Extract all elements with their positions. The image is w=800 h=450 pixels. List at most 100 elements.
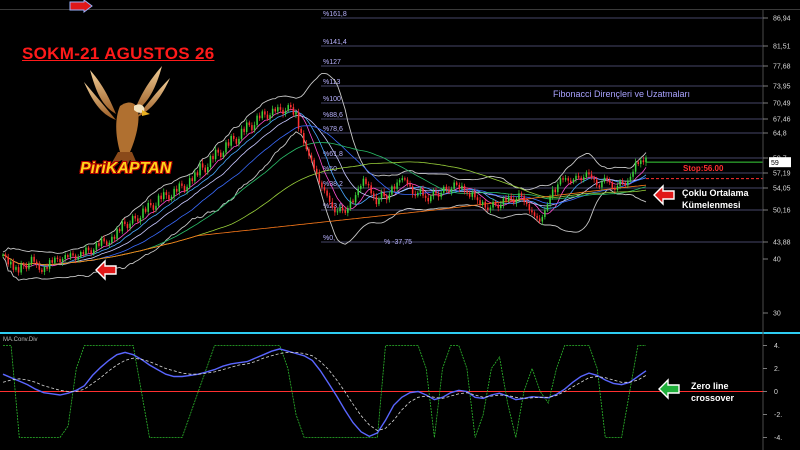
candle-body	[108, 242, 111, 245]
candle-body	[302, 133, 305, 144]
candle-body	[20, 264, 22, 273]
candle-body	[533, 212, 536, 216]
candle-body	[619, 181, 621, 186]
candle-body	[300, 128, 302, 133]
candle-body	[258, 115, 261, 119]
candle-body	[124, 221, 126, 225]
candle-body	[435, 191, 437, 194]
candle-body	[430, 196, 432, 202]
candle-body	[606, 177, 608, 181]
candle-body	[577, 175, 580, 178]
candle-body	[492, 201, 494, 208]
candle-body	[204, 167, 207, 173]
candle-body	[385, 196, 388, 200]
candle-body	[22, 264, 25, 266]
candle-body	[326, 190, 328, 196]
candle-body	[572, 179, 575, 183]
left-arrow-icon	[95, 259, 117, 281]
candle-body	[157, 195, 160, 206]
candle-body	[463, 185, 466, 191]
annotation-ma-line1: Çoklu Ortalama	[682, 188, 749, 198]
fib-label: %113	[323, 79, 340, 86]
candle-body	[17, 267, 20, 273]
fibonacci-title: Fibonacci Dirençleri ve Uzatmaları	[553, 89, 691, 99]
candle-body	[471, 192, 474, 197]
candle-body	[500, 204, 502, 209]
candle-body	[313, 159, 315, 169]
y-tick-label: 86,94	[773, 16, 791, 23]
candle-body	[282, 109, 284, 115]
candle-body	[220, 152, 222, 158]
candle-body	[450, 188, 453, 192]
candle-body	[396, 182, 398, 189]
y-tick-label: 54,05	[773, 186, 791, 193]
candle-body	[567, 178, 569, 181]
candle-body	[38, 264, 41, 270]
candle-body	[201, 163, 204, 168]
candle-body	[95, 243, 98, 250]
fib-label: %141,4	[323, 39, 347, 46]
candle-body	[598, 185, 601, 188]
candle-body	[611, 182, 614, 188]
candle-body	[391, 186, 393, 195]
candle-body	[33, 256, 35, 262]
candle-body	[217, 149, 219, 153]
candle-body	[367, 183, 370, 186]
candle-body	[15, 267, 17, 270]
candle-body	[290, 105, 292, 108]
candle-body	[238, 138, 240, 144]
candle-body	[175, 188, 178, 192]
candle-body	[196, 172, 199, 176]
candle-body	[629, 176, 632, 181]
candle-body	[427, 197, 429, 202]
top-arrow-shape	[69, 0, 93, 13]
candle-body	[183, 185, 186, 192]
candle-body	[479, 200, 481, 205]
candle-body	[580, 177, 582, 181]
candle-body	[528, 204, 531, 211]
candle-body	[4, 254, 7, 257]
candle-body	[557, 184, 559, 193]
macd-line	[2, 348, 647, 438]
fib-label: %88,6	[323, 112, 343, 119]
candle-body	[601, 181, 603, 188]
candle-body	[64, 255, 67, 259]
candle-body	[634, 162, 637, 172]
green-arrow-shape	[658, 378, 680, 400]
candle-body	[253, 125, 256, 131]
candle-body	[310, 155, 313, 160]
candle-body	[645, 157, 647, 163]
candle-body	[321, 182, 323, 188]
candle-body	[334, 206, 336, 213]
y-tick-label: 64,8	[773, 131, 787, 138]
candle-body	[256, 115, 258, 126]
candle-body	[41, 269, 43, 272]
candle-body	[225, 142, 227, 153]
y-tick-label: 73,95	[773, 84, 791, 91]
candle-body	[331, 201, 334, 207]
candle-body	[455, 182, 458, 185]
candle-body	[614, 187, 616, 190]
candle-body	[621, 181, 624, 183]
candle-body	[230, 135, 232, 146]
y-tick-label: 40	[773, 257, 781, 264]
left-arrow-icon	[653, 184, 675, 206]
candle-body	[209, 156, 212, 167]
candle-body	[59, 259, 61, 263]
candle-body	[365, 178, 367, 184]
candle-body	[585, 172, 588, 178]
candle-body	[7, 256, 9, 265]
candle-body	[165, 192, 168, 196]
candle-body	[308, 149, 310, 156]
candle-body	[72, 253, 74, 256]
candle-body	[512, 199, 515, 203]
candle-body	[46, 267, 48, 269]
candle-body	[380, 192, 383, 199]
left-arrow-icon-shape	[95, 259, 117, 281]
annotation-ma-line2: Kümelenmesi	[682, 200, 741, 210]
candle-body	[582, 177, 585, 181]
candle-body	[510, 196, 512, 200]
candle-body	[494, 201, 497, 205]
candle-body	[411, 186, 414, 194]
candle-body	[575, 175, 577, 180]
